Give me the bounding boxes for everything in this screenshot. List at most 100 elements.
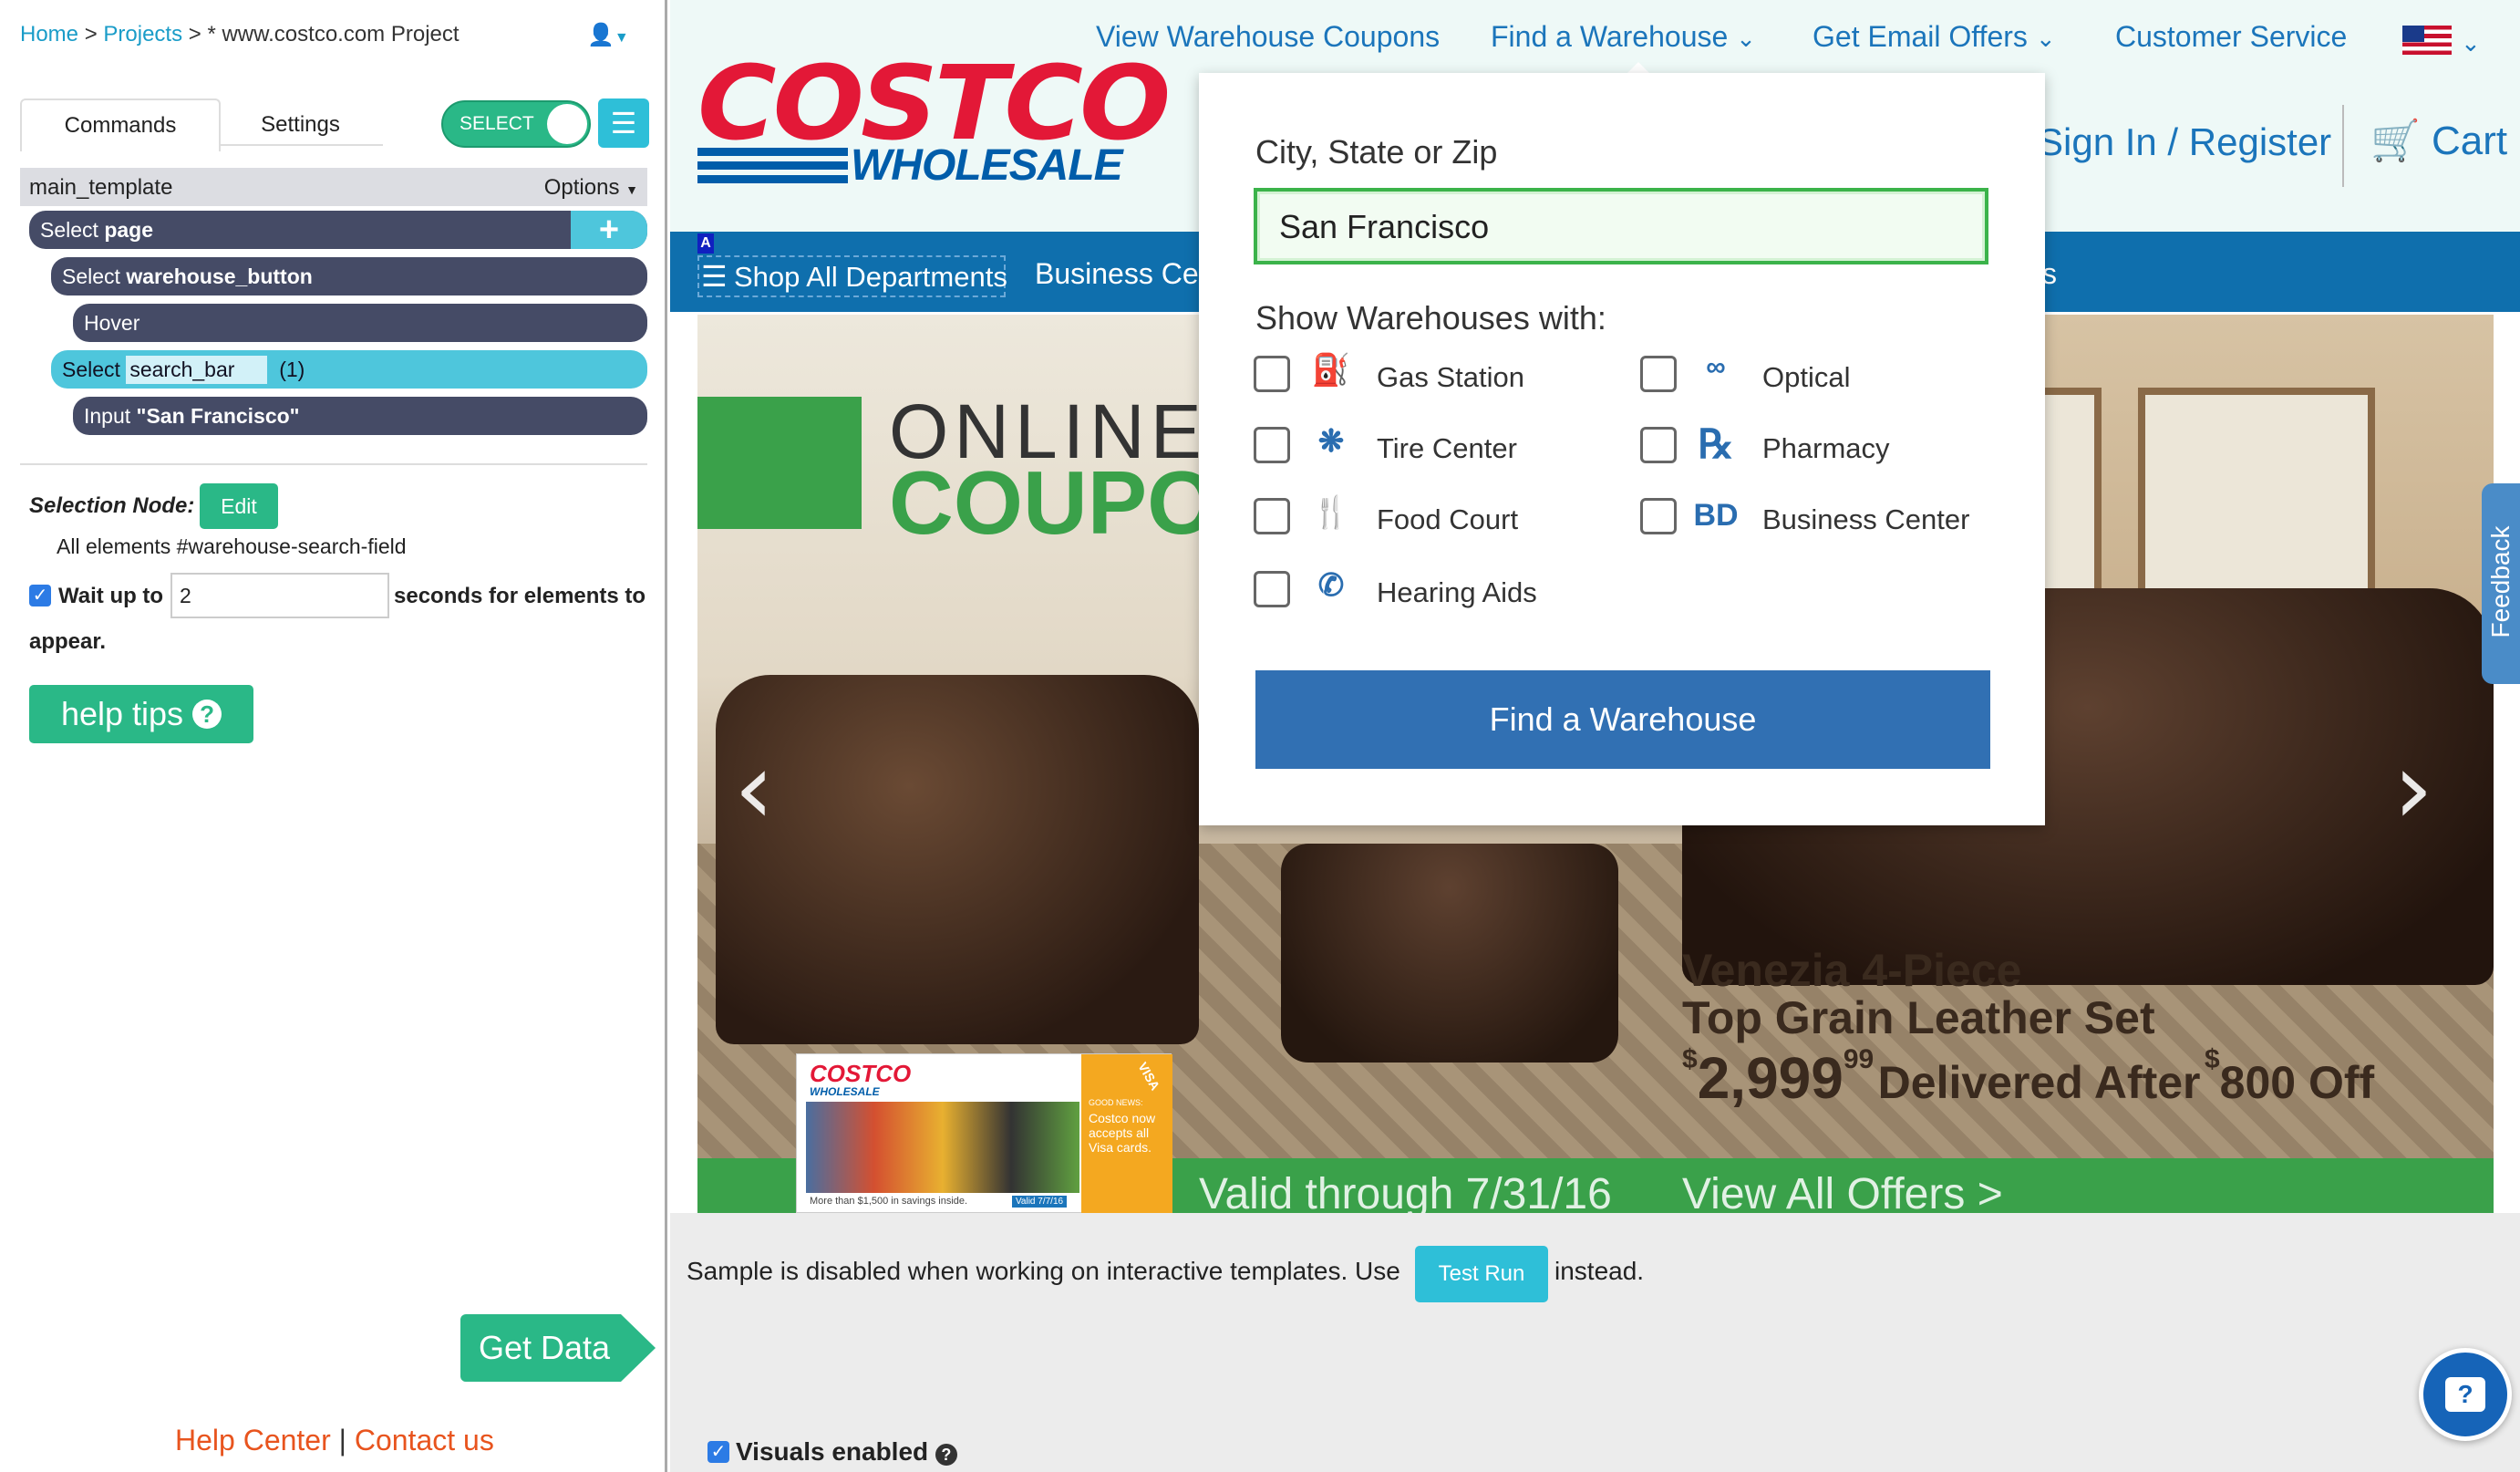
cart-link[interactable]: 🛒 Cart <box>2370 117 2507 164</box>
carousel-next-icon[interactable]: › <box>2393 730 2433 846</box>
user-icon: 👤 <box>587 23 615 47</box>
select-toggle-label: SELECT <box>460 113 534 134</box>
us-flag-icon[interactable] <box>2402 26 2452 55</box>
select-toggle[interactable]: SELECT <box>441 100 591 148</box>
thumb-bottom: More than $1,500 in savings inside. <box>810 1196 968 1207</box>
marker-a-icon: A <box>697 233 714 254</box>
command-select-warehouse-button[interactable]: Select warehouse_button <box>51 257 647 295</box>
banner-coupons: COUPO <box>889 452 1217 553</box>
breadcrumb-projects[interactable]: Projects <box>103 22 182 47</box>
wait-prefix: Wait up to <box>58 584 164 608</box>
chat-help-icon[interactable]: ? <box>2419 1348 2512 1441</box>
template-options[interactable]: Options ▼ <box>544 175 638 201</box>
wait-checkbox[interactable]: ✓ <box>29 585 51 606</box>
carousel-prev-icon[interactable]: ‹ <box>734 730 774 846</box>
add-command-icon[interactable]: + <box>571 211 647 249</box>
thumb-visa: VISA <box>1135 1059 1163 1094</box>
hearing-aids-checkbox[interactable] <box>1254 571 1290 607</box>
view-all-offers[interactable]: View All Offers > <box>1682 1169 2003 1213</box>
costco-page: COSTCO WHOLESALE View Warehouse Coupons … <box>670 0 2520 1213</box>
contact-us-link[interactable]: Contact us <box>355 1424 494 1456</box>
rx-icon: ℞ <box>1698 422 1734 467</box>
bd-icon: BD <box>1693 498 1739 533</box>
get-data-label: Get Data <box>479 1329 611 1366</box>
tab-commands[interactable]: Commands <box>20 98 221 151</box>
wait-seconds-input[interactable]: 2 <box>170 573 389 618</box>
sign-in-link[interactable]: Sign In / Register <box>2038 120 2331 164</box>
help-tips-button[interactable]: help tips ? <box>29 685 253 743</box>
footer-divider: | <box>338 1424 346 1456</box>
breadcrumb: Home > Projects > * www.costco.com Proje… <box>20 22 460 47</box>
feedback-tab[interactable]: Feedback <box>2482 483 2520 684</box>
chevron-down-icon[interactable]: ⌄ <box>2461 29 2481 57</box>
fork-knife-icon: 🍴 <box>1311 495 1351 530</box>
pharmacy-label: Pharmacy <box>1762 432 1890 464</box>
thumb-visa-panel: VISA GOOD NEWS: Costco now accepts all V… <box>1081 1054 1172 1213</box>
thumb-products <box>806 1102 1079 1193</box>
thumb-logo: COSTCO <box>810 1060 912 1087</box>
thumb-logo2: WHOLESALE <box>810 1085 880 1098</box>
edit-button[interactable]: Edit <box>200 483 278 529</box>
valid-through: Valid through 7/31/16 <box>1199 1170 1612 1213</box>
tire-center-label: Tire Center <box>1377 432 1517 464</box>
optical-checkbox[interactable] <box>1640 356 1677 392</box>
product-line1: Venezia 4-Piece <box>1682 945 2022 996</box>
toggle-knob <box>547 104 587 144</box>
optical-label: Optical <box>1762 361 1851 393</box>
breadcrumb-home[interactable]: Home <box>20 22 78 47</box>
wait-suffix-line2: appear. <box>29 629 107 654</box>
footer-links: Help Center | Contact us <box>175 1424 494 1457</box>
gas-station-checkbox[interactable] <box>1254 356 1290 392</box>
hamburger-icon: ☰ <box>701 260 728 293</box>
coupon-booklet[interactable]: COSTCO WHOLESALE VISA GOOD NEWS: Costco … <box>796 1053 1172 1213</box>
menu-icon[interactable]: ☰ <box>598 98 649 148</box>
command-input[interactable]: Input "San Francisco" <box>73 397 647 435</box>
product-price: $2,99999 Delivered After $800 Off <box>1682 1044 2375 1111</box>
command-select-page[interactable]: Select page + <box>29 211 647 249</box>
top-link-email-offers[interactable]: Get Email Offers ⌄ <box>1813 20 2056 54</box>
top-link-find-warehouse[interactable]: Find a Warehouse ⌄ <box>1491 20 1756 54</box>
breadcrumb-separator: > <box>188 22 201 47</box>
warehouse-search-field[interactable]: San Francisco <box>1254 188 1988 264</box>
tire-center-checkbox[interactable] <box>1254 427 1290 463</box>
template-name: main_template <box>29 175 173 200</box>
thumb-good: GOOD NEWS: <box>1089 1098 1143 1107</box>
costco-logo[interactable]: COSTCO WHOLESALE <box>697 40 1190 191</box>
get-data-button[interactable]: Get Data <box>460 1314 656 1382</box>
breadcrumb-project: * www.costco.com Project <box>207 22 460 47</box>
nav-business-center[interactable]: Business Cen <box>1035 257 1214 291</box>
feedback-label: Feedback <box>2486 525 2515 638</box>
selector-name[interactable]: search_bar <box>126 355 268 384</box>
question-icon: ? <box>935 1444 957 1466</box>
tire-icon: ❋ <box>1317 424 1345 459</box>
gas-station-label: Gas Station <box>1377 361 1524 393</box>
command-hover[interactable]: Hover <box>73 304 647 342</box>
shop-all-departments[interactable]: ☰ Shop All Departments <box>697 255 1007 297</box>
ottoman <box>1281 844 1618 1063</box>
thumb-note: Costco now accepts all Visa cards. <box>1089 1111 1156 1155</box>
selection-desc: All elements #warehouse-search-field <box>57 534 407 558</box>
cart-icon: 🛒 <box>2370 119 2421 163</box>
product-line2: Top Grain Leather Set <box>1682 992 2155 1043</box>
coupon-green-block <box>697 397 862 529</box>
glasses-icon: ∞ <box>1706 352 1726 382</box>
business-center-checkbox[interactable] <box>1640 498 1677 534</box>
top-link-customer-service[interactable]: Customer Service <box>2115 20 2347 54</box>
divider <box>2342 105 2344 187</box>
help-center-link[interactable]: Help Center <box>175 1424 331 1456</box>
template-header: main_template Options ▼ <box>20 168 647 206</box>
food-court-checkbox[interactable] <box>1254 498 1290 534</box>
top-link-coupons[interactable]: View Warehouse Coupons <box>1096 20 1440 54</box>
pharmacy-checkbox[interactable] <box>1640 427 1677 463</box>
breadcrumb-separator: > <box>84 22 98 47</box>
sample-disabled-end: instead. <box>1554 1257 1645 1285</box>
ear-icon: ✆ <box>1317 568 1345 603</box>
user-menu[interactable]: 👤▼ <box>587 22 629 48</box>
question-icon: ? <box>192 700 222 729</box>
logo-wholesale: WHOLESALE <box>851 141 1123 190</box>
visuals-checkbox[interactable]: ✓ <box>707 1441 729 1463</box>
chevron-down-icon: ⌄ <box>1736 25 1756 52</box>
find-warehouse-button[interactable]: Find a Warehouse <box>1255 670 1990 769</box>
test-run-button[interactable]: Test Run <box>1415 1246 1548 1302</box>
command-select-search-bar[interactable]: Select search_bar (1) <box>51 350 647 389</box>
